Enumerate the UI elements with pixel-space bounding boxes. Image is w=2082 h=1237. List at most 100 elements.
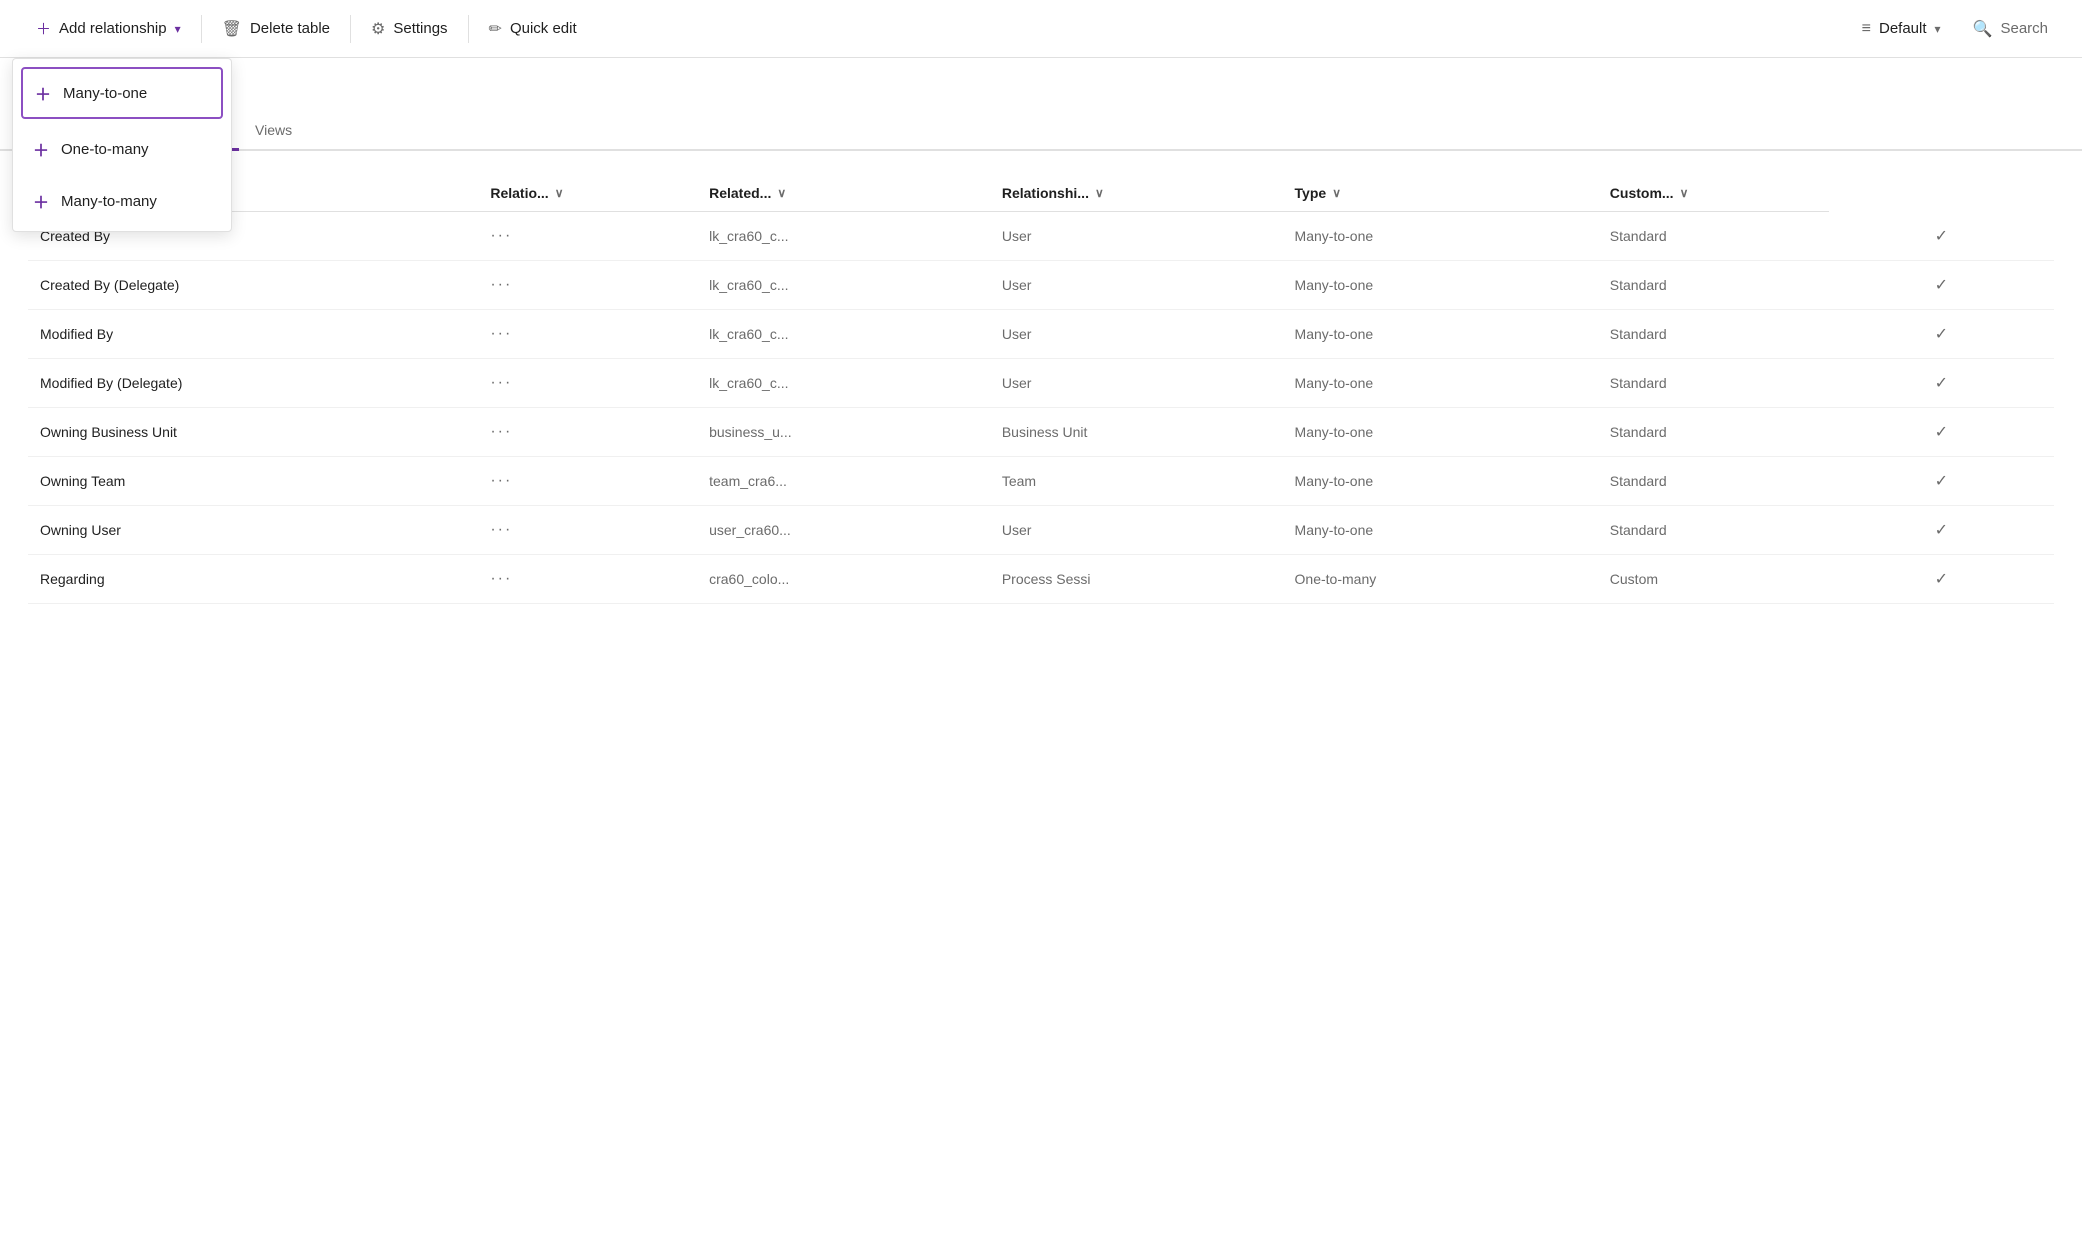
delete-table-button[interactable]: 🗑 Delete table (206, 11, 346, 47)
cell-display-name-6: Owning User (28, 505, 478, 554)
cell-related-1: User (990, 260, 1283, 309)
cell-relation-6: user_cra60... (697, 505, 990, 554)
toolbar-separator-1 (201, 15, 202, 43)
cell-reltype-2: Many-to-one (1283, 309, 1598, 358)
cell-reltype-3: Many-to-one (1283, 358, 1598, 407)
cell-display-name-2: Modified By (28, 309, 478, 358)
cell-related-4: Business Unit (990, 407, 1283, 456)
cell-reltype-7: One-to-many (1283, 554, 1598, 603)
cell-type-7: Custom (1598, 554, 1829, 603)
table-row: Regarding ··· cra60_colo... Process Sess… (28, 554, 2054, 603)
table-row: Created By ··· lk_cra60_c... User Many-t… (28, 212, 2054, 261)
plus-icon-many-to-many: ＋ (33, 189, 49, 213)
cell-relation-5: team_cra6... (697, 456, 990, 505)
plus-icon-one-to-many: ＋ (33, 137, 49, 161)
pencil-icon: ✏ (489, 19, 502, 39)
add-relationship-dropdown: ＋ Many-to-one ＋ One-to-many ＋ Many-to-ma… (12, 58, 232, 232)
cell-reltype-1: Many-to-one (1283, 260, 1598, 309)
breadcrumb: ...es › Color (0, 58, 2082, 104)
quick-edit-button[interactable]: ✏ Quick edit (473, 11, 593, 47)
toolbar-separator-3 (468, 15, 469, 43)
col-header-type[interactable]: Type ∨ (1283, 175, 1598, 212)
dropdown-item-label-many-to-many: Many-to-many (61, 193, 157, 210)
chevron-down-icon-2: ▾ (1935, 22, 1941, 36)
plus-icon: ＋ (36, 18, 51, 39)
dropdown-item-many-to-one[interactable]: ＋ Many-to-one (21, 67, 223, 119)
cell-reltype-6: Many-to-one (1283, 505, 1598, 554)
tabs-area: Columns Relationships Views (0, 112, 2082, 151)
relationships-table: Display name ↑ ∨ Relatio... ∨ Related...… (28, 175, 2054, 604)
cell-type-2: Standard (1598, 309, 1829, 358)
toolbar-right: ≡ Default ▾ 🔍 Search (1848, 11, 2062, 47)
cell-ellipsis-0[interactable]: ··· (478, 212, 697, 261)
cell-display-name-3: Modified By (Delegate) (28, 358, 478, 407)
cell-ellipsis-6[interactable]: ··· (478, 505, 697, 554)
tab-views[interactable]: Views (239, 112, 308, 151)
cell-display-name-1: Created By (Delegate) (28, 260, 478, 309)
col-header-related[interactable]: Related... ∨ (697, 175, 990, 212)
cell-type-5: Standard (1598, 456, 1829, 505)
cell-reltype-0: Many-to-one (1283, 212, 1598, 261)
cell-ellipsis-7[interactable]: ··· (478, 554, 697, 603)
dropdown-item-one-to-many[interactable]: ＋ One-to-many (13, 123, 231, 175)
table-area: Display name ↑ ∨ Relatio... ∨ Related...… (0, 151, 2082, 628)
search-icon: 🔍 (1973, 19, 1993, 39)
cell-related-3: User (990, 358, 1283, 407)
sort-chevron-custom: ∨ (1680, 186, 1689, 200)
table-row: Owning Business Unit ··· business_u... B… (28, 407, 2054, 456)
toolbar-separator-2 (350, 15, 351, 43)
col-header-custom[interactable]: Custom... ∨ (1598, 175, 1829, 212)
col-header-relationship[interactable]: Relationshi... ∨ (990, 175, 1283, 212)
cell-relation-1: lk_cra60_c... (697, 260, 990, 309)
dropdown-item-label-one-to-many: One-to-many (61, 141, 149, 158)
list-icon: ≡ (1862, 20, 1871, 38)
cell-display-name-7: Regarding (28, 554, 478, 603)
toolbar: ＋ Add relationship ▾ 🗑 Delete table ⚙ Se… (0, 0, 2082, 58)
settings-button[interactable]: ⚙ Settings (355, 11, 464, 47)
cell-ellipsis-3[interactable]: ··· (478, 358, 697, 407)
cell-ellipsis-1[interactable]: ··· (478, 260, 697, 309)
cell-custom-7: ✓ (1829, 554, 2054, 603)
table-row: Owning User ··· user_cra60... User Many-… (28, 505, 2054, 554)
add-relationship-button[interactable]: ＋ Add relationship ▾ (20, 10, 197, 47)
cell-display-name-5: Owning Team (28, 456, 478, 505)
chevron-down-icon: ▾ (175, 22, 181, 36)
cell-custom-1: ✓ (1829, 260, 2054, 309)
add-relationship-label: Add relationship (59, 20, 167, 37)
cell-display-name-4: Owning Business Unit (28, 407, 478, 456)
plus-icon-many-to-one: ＋ (35, 81, 51, 105)
cell-custom-2: ✓ (1829, 309, 2054, 358)
sort-chevron-related: ∨ (777, 186, 786, 200)
default-label: Default (1879, 20, 1927, 37)
col-header-relation[interactable]: Relatio... ∨ (478, 175, 697, 212)
cell-type-1: Standard (1598, 260, 1829, 309)
cell-related-0: User (990, 212, 1283, 261)
cell-custom-6: ✓ (1829, 505, 2054, 554)
cell-related-5: Team (990, 456, 1283, 505)
cell-ellipsis-2[interactable]: ··· (478, 309, 697, 358)
cell-ellipsis-4[interactable]: ··· (478, 407, 697, 456)
cell-custom-0: ✓ (1829, 212, 2054, 261)
cell-reltype-5: Many-to-one (1283, 456, 1598, 505)
quick-edit-label: Quick edit (510, 20, 577, 37)
cell-related-6: User (990, 505, 1283, 554)
cell-custom-5: ✓ (1829, 456, 2054, 505)
default-view-button[interactable]: ≡ Default ▾ (1848, 12, 1955, 46)
cell-relation-7: cra60_colo... (697, 554, 990, 603)
cell-reltype-4: Many-to-one (1283, 407, 1598, 456)
trash-icon: 🗑 (222, 19, 242, 39)
sort-chevron-relationship: ∨ (1095, 186, 1104, 200)
cell-relation-4: business_u... (697, 407, 990, 456)
cell-type-4: Standard (1598, 407, 1829, 456)
cell-relation-3: lk_cra60_c... (697, 358, 990, 407)
search-area[interactable]: 🔍 Search (1959, 11, 2062, 47)
table-row: Modified By ··· lk_cra60_c... User Many-… (28, 309, 2054, 358)
table-row: Created By (Delegate) ··· lk_cra60_c... … (28, 260, 2054, 309)
settings-label: Settings (393, 20, 447, 37)
dropdown-item-many-to-many[interactable]: ＋ Many-to-many (13, 175, 231, 227)
table-row: Modified By (Delegate) ··· lk_cra60_c...… (28, 358, 2054, 407)
cell-ellipsis-5[interactable]: ··· (478, 456, 697, 505)
cell-relation-2: lk_cra60_c... (697, 309, 990, 358)
sort-chevron-relation: ∨ (555, 186, 564, 200)
cell-related-7: Process Sessi (990, 554, 1283, 603)
